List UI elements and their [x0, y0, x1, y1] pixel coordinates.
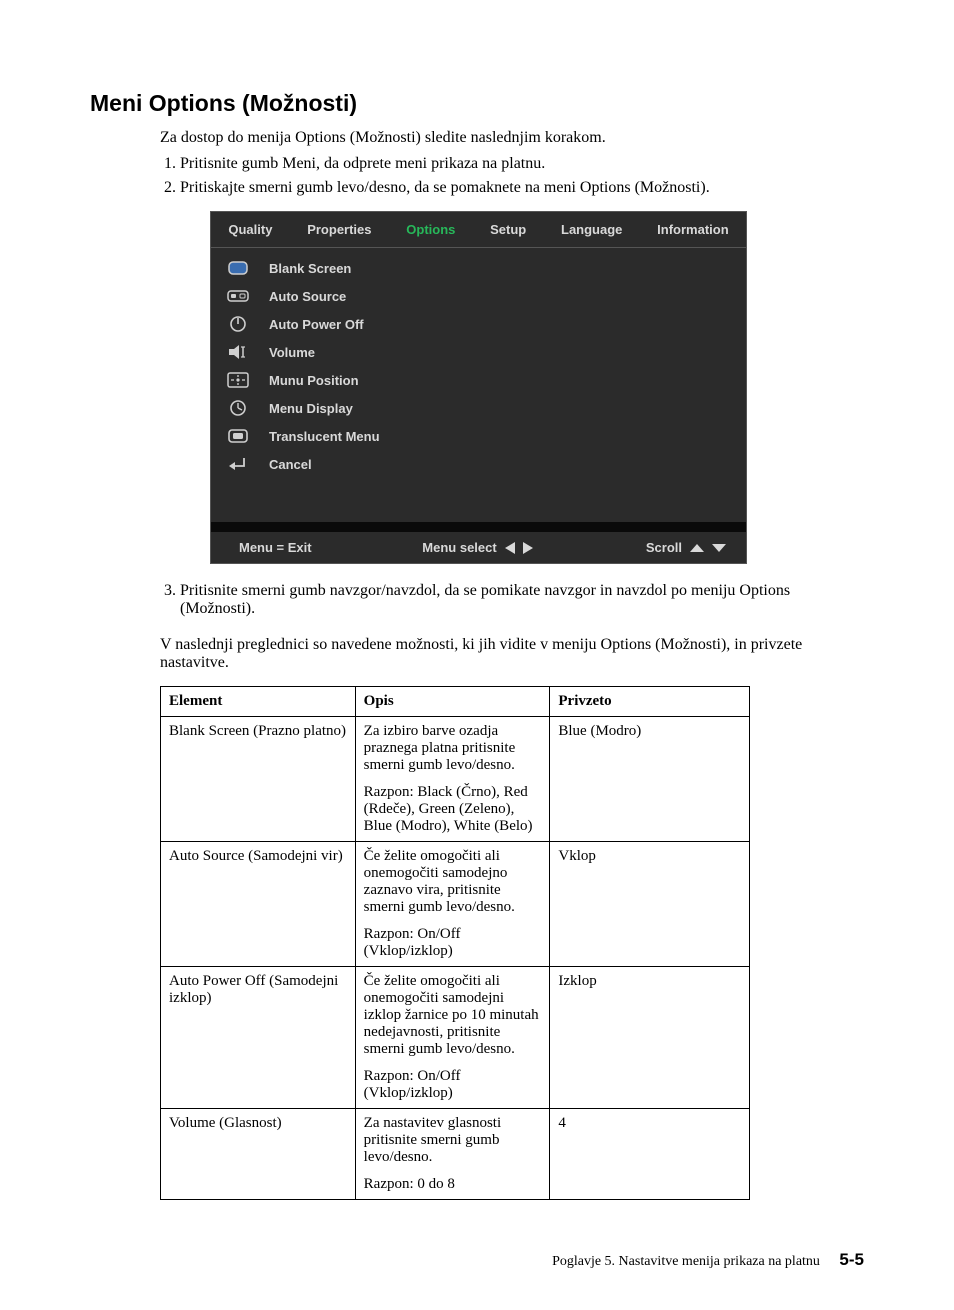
osd-item-cancel: Cancel: [211, 450, 746, 478]
osd-item-label: Blank Screen: [269, 261, 351, 276]
menu-position-icon: [225, 371, 251, 389]
footer-chapter: Poglavje 5. Nastavitve menija prikaza na…: [552, 1254, 820, 1269]
cell-opis: Za izbiro barve ozadja praznega platna p…: [355, 717, 550, 842]
cell-opis-p1: Za nastavitev glasnosti pritisnite smern…: [364, 1115, 542, 1166]
table-row: Auto Power Off (Samodejni izklop) Če žel…: [161, 967, 750, 1109]
arrow-right-icon: [523, 542, 533, 554]
cell-privzeto: Izklop: [550, 967, 750, 1109]
osd-item-menu-position: Munu Position: [211, 366, 746, 394]
translucent-menu-icon: [225, 427, 251, 445]
osd-item-auto-power-off: Auto Power Off: [211, 310, 746, 338]
blank-screen-icon: [225, 259, 251, 277]
page-heading: Meni Options (Možnosti): [90, 90, 864, 117]
pre-table-text: V naslednji preglednici so navedene možn…: [160, 636, 864, 672]
table-row: Volume (Glasnost) Za nastavitev glasnost…: [161, 1109, 750, 1200]
osd-item-volume: Volume: [211, 338, 746, 366]
arrow-up-icon: [690, 544, 704, 552]
osd-item-label: Auto Source: [269, 289, 346, 304]
step-2: Pritiskajte smerni gumb levo/desno, da s…: [180, 179, 864, 197]
osd-tab-information: Information: [640, 218, 746, 241]
osd-tab-bar: Quality Properties Options Setup Languag…: [211, 212, 746, 248]
osd-body: Blank Screen Auto Source Auto Power Off: [211, 248, 746, 496]
cell-opis-p1: Za izbiro barve ozadja praznega platna p…: [364, 723, 542, 774]
osd-footer-exit: Menu = Exit: [239, 540, 312, 555]
cell-privzeto: 4: [550, 1109, 750, 1200]
osd-item-auto-source: Auto Source: [211, 282, 746, 310]
osd-menu-screenshot: Quality Properties Options Setup Languag…: [210, 211, 747, 564]
osd-item-menu-display: Menu Display: [211, 394, 746, 422]
cell-opis-p2: Razpon: On/Off (Vklop/izklop): [364, 1068, 542, 1102]
arrow-left-icon: [505, 542, 515, 554]
osd-tab-setup: Setup: [473, 218, 544, 241]
intro-text: Za dostop do menija Options (Možnosti) s…: [160, 129, 864, 147]
cell-element: Auto Power Off (Samodejni izklop): [161, 967, 356, 1109]
osd-item-label: Cancel: [269, 457, 312, 472]
steps-list-continued: Pritisnite smerni gumb navzgor/navzdol, …: [160, 582, 864, 618]
cell-opis-p2: Razpon: On/Off (Vklop/izklop): [364, 926, 542, 960]
osd-item-label: Munu Position: [269, 373, 359, 388]
osd-tab-options: Options: [389, 218, 473, 241]
menu-display-icon: [225, 399, 251, 417]
osd-item-label: Auto Power Off: [269, 317, 364, 332]
arrow-down-icon: [712, 544, 726, 552]
osd-item-label: Translucent Menu: [269, 429, 380, 444]
col-opis: Opis: [355, 687, 550, 717]
options-table: Element Opis Privzeto Blank Screen (Praz…: [160, 686, 750, 1200]
table-row: Auto Source (Samodejni vir) Če želite om…: [161, 842, 750, 967]
auto-source-icon: [225, 287, 251, 305]
cell-opis: Če želite omogočiti ali onemogočiti samo…: [355, 842, 550, 967]
cell-privzeto: Blue (Modro): [550, 717, 750, 842]
osd-item-label: Menu Display: [269, 401, 353, 416]
cell-opis-p2: Razpon: Black (Črno), Red (Rdeče), Green…: [364, 784, 542, 835]
cell-element: Volume (Glasnost): [161, 1109, 356, 1200]
page-footer: Poglavje 5. Nastavitve menija prikaza na…: [160, 1250, 864, 1270]
cell-opis-p1: Če želite omogočiti ali onemogočiti samo…: [364, 848, 542, 916]
col-privzeto: Privzeto: [550, 687, 750, 717]
osd-item-blank-screen: Blank Screen: [211, 254, 746, 282]
steps-list: Pritisnite gumb Meni, da odprete meni pr…: [160, 155, 864, 197]
power-off-icon: [225, 315, 251, 333]
osd-footer: Menu = Exit Menu select Scroll: [211, 532, 746, 563]
step-1: Pritisnite gumb Meni, da odprete meni pr…: [180, 155, 864, 173]
cell-element: Auto Source (Samodejni vir): [161, 842, 356, 967]
footer-page-number: 5-5: [839, 1250, 864, 1269]
volume-icon: [225, 343, 251, 361]
osd-footer-scroll: Scroll: [646, 540, 682, 555]
cell-opis-p2: Razpon: 0 do 8: [364, 1176, 542, 1193]
osd-item-label: Volume: [269, 345, 315, 360]
cell-element: Blank Screen (Prazno platno): [161, 717, 356, 842]
cell-privzeto: Vklop: [550, 842, 750, 967]
cell-opis-p1: Če želite omogočiti ali onemogočiti samo…: [364, 973, 542, 1058]
osd-tab-quality: Quality: [211, 218, 290, 241]
osd-tab-properties: Properties: [290, 218, 389, 241]
table-row: Blank Screen (Prazno platno) Za izbiro b…: [161, 717, 750, 842]
cell-opis: Če želite omogočiti ali onemogočiti samo…: [355, 967, 550, 1109]
col-element: Element: [161, 687, 356, 717]
return-icon: [225, 455, 251, 473]
cell-opis: Za nastavitev glasnosti pritisnite smern…: [355, 1109, 550, 1200]
step-3: Pritisnite smerni gumb navzgor/navzdol, …: [180, 582, 864, 618]
osd-footer-select: Menu select: [422, 540, 496, 555]
osd-item-translucent-menu: Translucent Menu: [211, 422, 746, 450]
osd-tab-language: Language: [544, 218, 640, 241]
